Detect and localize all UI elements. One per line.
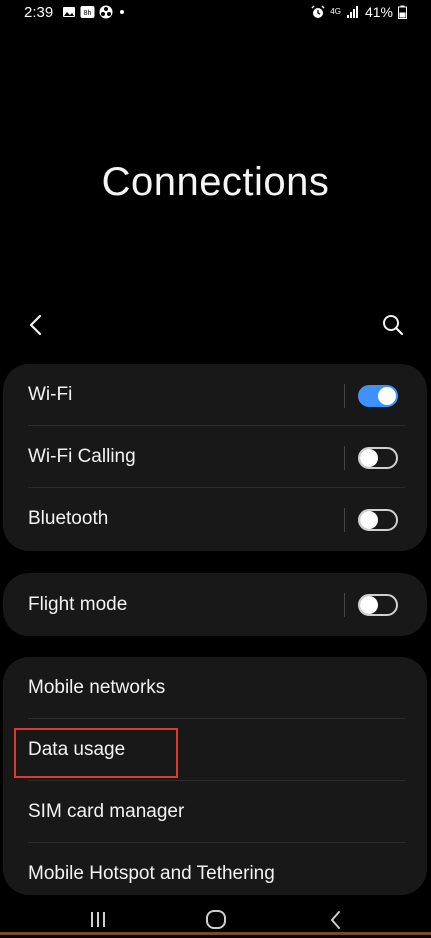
notification-icons: 8h — [62, 5, 127, 19]
home-button[interactable] — [201, 907, 231, 933]
recents-icon — [91, 912, 105, 927]
mobile-networks-row[interactable]: Mobile networks — [3, 657, 427, 719]
flight-mode-label: Flight mode — [28, 593, 128, 615]
status-bar: 2:39 8h 4G 41% — [0, 0, 431, 28]
recents-button[interactable] — [83, 907, 113, 933]
hotspot-label: Mobile Hotspot and Tethering — [28, 863, 275, 884]
network-type: 4G — [330, 7, 341, 16]
mobile-networks-label: Mobile networks — [28, 677, 166, 698]
page-title: Connections — [101, 160, 330, 204]
search-button[interactable] — [379, 311, 407, 339]
dot-icon — [120, 10, 124, 14]
home-icon — [206, 910, 226, 929]
separator — [344, 593, 345, 617]
wifi-calling-row[interactable]: Wi-Fi Calling — [3, 426, 427, 488]
alarm-icon — [311, 5, 325, 18]
header-actions — [0, 305, 431, 345]
sim-card-manager-label: SIM card manager — [28, 801, 185, 822]
chevron-left-icon — [29, 314, 42, 336]
battery-icon — [398, 5, 407, 19]
fan-icon — [99, 5, 113, 19]
toggle-knob — [378, 387, 396, 405]
flight-mode-toggle[interactable] — [358, 594, 398, 616]
sim-card-manager-row[interactable]: SIM card manager — [3, 781, 427, 843]
wifi-calling-label: Wi-Fi Calling — [28, 446, 136, 467]
battery-percent: 41% — [364, 4, 393, 20]
bluetooth-label: Bluetooth — [28, 508, 109, 529]
system-nav-bar — [0, 905, 431, 935]
toggle-knob — [360, 511, 378, 529]
nav-back-icon — [331, 911, 340, 929]
back-button[interactable] — [22, 311, 50, 339]
hotspot-row[interactable]: Mobile Hotspot and Tethering — [3, 843, 427, 905]
search-icon — [383, 315, 404, 336]
data-usage-highlight — [14, 728, 178, 778]
wifi-label: Wi-Fi — [28, 384, 73, 405]
status-time: 2:39 — [24, 4, 54, 21]
wifi-calling-toggle[interactable] — [358, 447, 398, 469]
gallery-icon — [63, 7, 75, 17]
signal-icon — [346, 6, 358, 18]
separator — [344, 384, 345, 408]
toggle-knob — [360, 596, 378, 614]
toggle-knob — [360, 449, 378, 467]
nav-back-button[interactable] — [321, 907, 351, 933]
connectivity-card: Wi-Fi Wi-Fi Calling Bluetooth — [3, 364, 427, 551]
separator — [344, 508, 345, 532]
status-right: 4G 41% — [311, 4, 407, 20]
bluetooth-toggle[interactable] — [358, 509, 398, 531]
flight-mode-card: Flight mode — [3, 573, 427, 636]
svg-text:8h: 8h — [84, 10, 92, 17]
separator — [344, 446, 345, 470]
wifi-toggle[interactable] — [358, 385, 398, 407]
flight-mode-row[interactable]: Flight mode — [3, 573, 427, 636]
wifi-row[interactable]: Wi-Fi — [3, 364, 427, 426]
bluetooth-row[interactable]: Bluetooth — [3, 488, 427, 550]
app-badge-icon: 8h — [80, 6, 95, 18]
